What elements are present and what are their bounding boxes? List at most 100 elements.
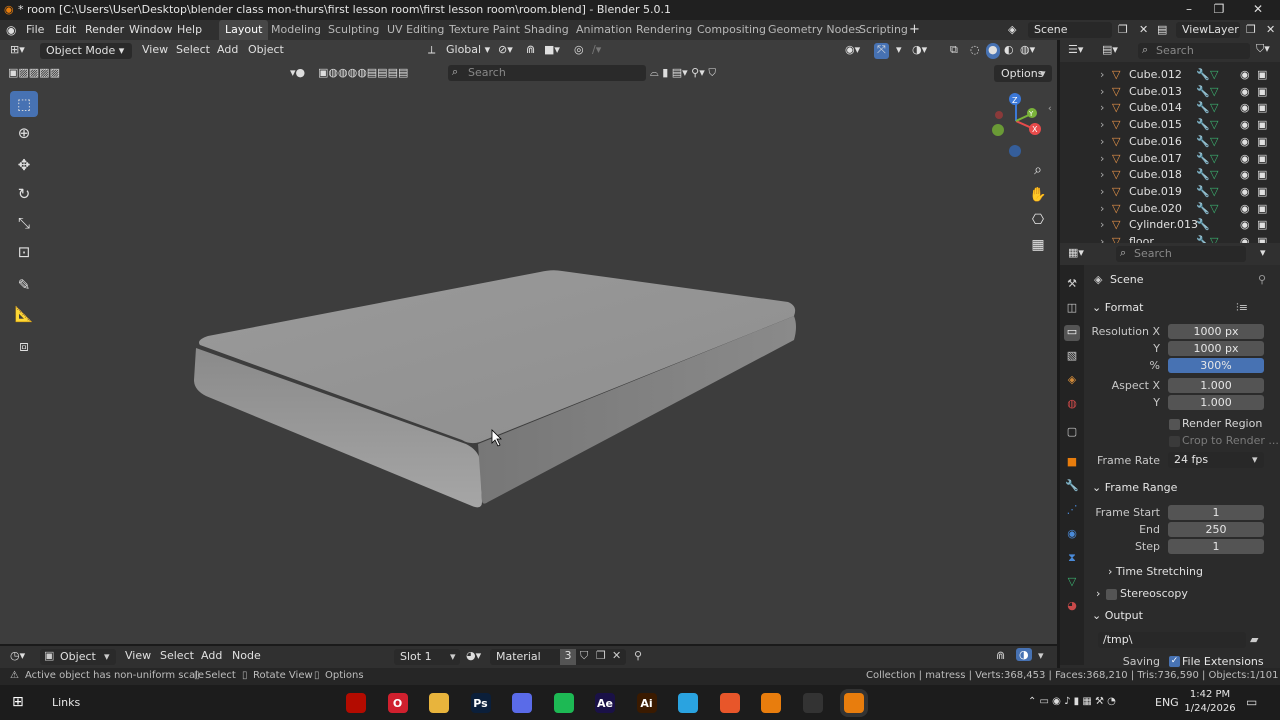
outliner-row[interactable]: › ▽ Cube.020 🔧 ▽ ◉ ▣ xyxy=(1060,201,1280,218)
tray-icons[interactable]: ⌃ ▭ ◉ ♪ ▮ ▦ ⚒ ◔ xyxy=(1028,696,1116,707)
mattress-object[interactable] xyxy=(194,270,796,508)
snap-node-icon[interactable]: ⋒ xyxy=(996,649,1005,662)
chevron-down-icon[interactable]: ▾ xyxy=(1260,246,1266,259)
scene-icon[interactable]: ◈ xyxy=(1008,23,1016,36)
minimize-button[interactable]: – xyxy=(1174,2,1204,16)
outliner-row[interactable]: › ▽ Cylinder.013 🔧 ◉ ▣ xyxy=(1060,217,1280,234)
close-button[interactable]: ✕ xyxy=(1243,2,1273,16)
tab-rendering[interactable]: Rendering xyxy=(630,20,698,40)
tab-sculpting[interactable]: Sculpting xyxy=(322,20,385,40)
sidebar-toggle-icon[interactable]: ‹ xyxy=(1048,104,1052,114)
mesh-data-icon[interactable]: ▽ xyxy=(1210,235,1218,243)
tab-layout[interactable]: Layout xyxy=(219,20,269,40)
node-menu-select[interactable]: Select xyxy=(160,649,194,665)
eye-icon[interactable]: ◉ xyxy=(1240,68,1250,81)
tab-compositing[interactable]: Compositing xyxy=(691,20,772,40)
frame-end-field[interactable]: 250 xyxy=(1168,522,1264,537)
eye-icon[interactable]: ◉ xyxy=(1240,101,1250,114)
view-layer-icon[interactable]: ▤ xyxy=(1157,23,1167,36)
frame-step-field[interactable]: 1 xyxy=(1168,539,1264,554)
menu-help[interactable]: Help xyxy=(177,23,202,36)
expand-arrow-icon[interactable]: › xyxy=(1100,218,1104,231)
tab-scripting[interactable]: Scripting xyxy=(853,20,914,40)
unlink-material-icon[interactable]: ✕ xyxy=(612,649,621,662)
ortho-toggle-button[interactable]: ▦ xyxy=(1026,233,1050,257)
obs-icon[interactable] xyxy=(802,693,823,713)
new-material-icon[interactable]: ❐ xyxy=(596,649,606,662)
camera-icon[interactable]: ▣ xyxy=(1257,101,1267,114)
zoom-button[interactable]: ⌕ xyxy=(1026,158,1050,182)
mesh-data-icon[interactable]: ▽ xyxy=(1210,85,1218,98)
stereoscopy-checkbox[interactable] xyxy=(1106,589,1117,600)
tab-animation[interactable]: Animation xyxy=(570,20,638,40)
eye-icon[interactable]: ◉ xyxy=(1240,218,1250,231)
node-editor-type-icon[interactable]: ◷▾ xyxy=(10,649,25,662)
eye-icon[interactable]: ◉ xyxy=(1240,152,1250,165)
menu-window[interactable]: Window xyxy=(129,23,172,36)
modifier-icon[interactable]: 🔧 xyxy=(1196,152,1210,165)
modifier-icon[interactable]: 🔧 xyxy=(1196,235,1210,243)
outliner-search[interactable]: ⌕ Search xyxy=(1138,43,1250,59)
material-browse-icon[interactable]: ◕▾ xyxy=(466,649,481,662)
language-indicator[interactable]: ENG xyxy=(1155,696,1179,709)
expand-arrow-icon[interactable]: › xyxy=(1100,235,1104,243)
crop-to-render-checkbox[interactable] xyxy=(1169,436,1180,447)
eye-icon[interactable]: ◉ xyxy=(1240,185,1250,198)
node-menu-view[interactable]: View xyxy=(125,649,151,665)
slot-selector[interactable]: Slot 1 ▾ xyxy=(394,649,460,665)
object-tab-icon[interactable]: ■ xyxy=(1064,455,1080,471)
modifier-icon[interactable]: 🔧 xyxy=(1196,68,1210,81)
properties-editor-icon[interactable]: ▦▾ xyxy=(1068,246,1084,259)
brave-icon[interactable] xyxy=(719,693,740,713)
modifier-icon[interactable]: 🔧 xyxy=(1196,218,1210,231)
outliner-row[interactable]: › ▽ Cube.014 🔧 ▽ ◉ ▣ xyxy=(1060,100,1280,117)
properties-search[interactable]: ⌕ Search xyxy=(1116,246,1246,262)
outliner-row[interactable]: › ▽ floor 🔧 ▽ ◉ ▣ xyxy=(1060,234,1280,243)
expand-arrow-icon[interactable]: › xyxy=(1100,85,1104,98)
material-name-field[interactable]: Material 3 ⛉ ❐ ✕ xyxy=(490,649,626,665)
expand-arrow-icon[interactable]: › xyxy=(1100,101,1104,114)
mesh-data-icon[interactable]: ▽ xyxy=(1210,135,1218,148)
acrobat-icon[interactable] xyxy=(346,693,366,713)
folder-icon[interactable]: ▰ xyxy=(1250,633,1258,646)
after-effects-icon[interactable]: Ae xyxy=(595,693,615,713)
camera-icon[interactable]: ▣ xyxy=(1257,152,1267,165)
modifier-icon[interactable]: 🔧 xyxy=(1196,202,1210,215)
menu-file[interactable]: File xyxy=(26,23,44,36)
mesh-data-icon[interactable]: ▽ xyxy=(1210,185,1218,198)
node-menu-add[interactable]: Add xyxy=(201,649,222,665)
expand-arrow-icon[interactable]: › xyxy=(1100,68,1104,81)
data-tab-icon[interactable]: ▽ xyxy=(1064,575,1080,591)
tab-texture-paint[interactable]: Texture Paint xyxy=(443,20,526,40)
frame-range-section-header[interactable]: ⌄ Frame Range xyxy=(1092,481,1177,494)
node-menu-node[interactable]: Node xyxy=(232,649,261,665)
delete-scene-icon[interactable]: ✕ xyxy=(1139,23,1148,36)
3d-viewport[interactable]: ⊞▾ Object Mode ▾ View Select Add Object … xyxy=(0,40,1057,644)
pin-icon[interactable]: ⚲ xyxy=(634,649,642,662)
menu-edit[interactable]: Edit xyxy=(55,23,76,36)
aspect-y-field[interactable]: 1.000 xyxy=(1168,395,1264,410)
modifier-tab-icon[interactable]: 🔧 xyxy=(1064,479,1080,495)
scene-tab-icon[interactable]: ◈ xyxy=(1064,373,1080,389)
camera-icon[interactable]: ▣ xyxy=(1257,202,1267,215)
expand-arrow-icon[interactable]: › xyxy=(1100,202,1104,215)
mesh-data-icon[interactable]: ▽ xyxy=(1210,152,1218,165)
chevron-down-icon[interactable]: ▾ xyxy=(1038,649,1044,662)
mesh-data-icon[interactable]: ▽ xyxy=(1210,101,1218,114)
outliner-row[interactable]: › ▽ Cube.012 🔧 ▽ ◉ ▣ xyxy=(1060,67,1280,84)
resolution-percent-field[interactable]: 300% xyxy=(1168,358,1264,373)
spotify-icon[interactable] xyxy=(553,693,574,713)
photoshop-icon[interactable]: Ps xyxy=(470,693,491,713)
stereoscopy-section-header[interactable]: › xyxy=(1096,587,1100,600)
outliner-row[interactable]: › ▽ Cube.017 🔧 ▽ ◉ ▣ xyxy=(1060,151,1280,168)
eye-icon[interactable]: ◉ xyxy=(1240,202,1250,215)
expand-arrow-icon[interactable]: › xyxy=(1100,168,1104,181)
frame-start-field[interactable]: 1 xyxy=(1168,505,1264,520)
menu-render[interactable]: Render xyxy=(85,23,124,36)
outliner-row[interactable]: › ▽ Cube.018 🔧 ▽ ◉ ▣ xyxy=(1060,167,1280,184)
clock-time[interactable]: 1:42 PM xyxy=(1184,689,1236,700)
frame-rate-dropdown[interactable]: 24 fps ▾ xyxy=(1168,452,1264,468)
output-section-header[interactable]: ⌄ Output xyxy=(1092,609,1143,622)
output-tab-icon[interactable]: ▭ xyxy=(1064,325,1080,341)
telegram-icon[interactable] xyxy=(678,693,698,713)
